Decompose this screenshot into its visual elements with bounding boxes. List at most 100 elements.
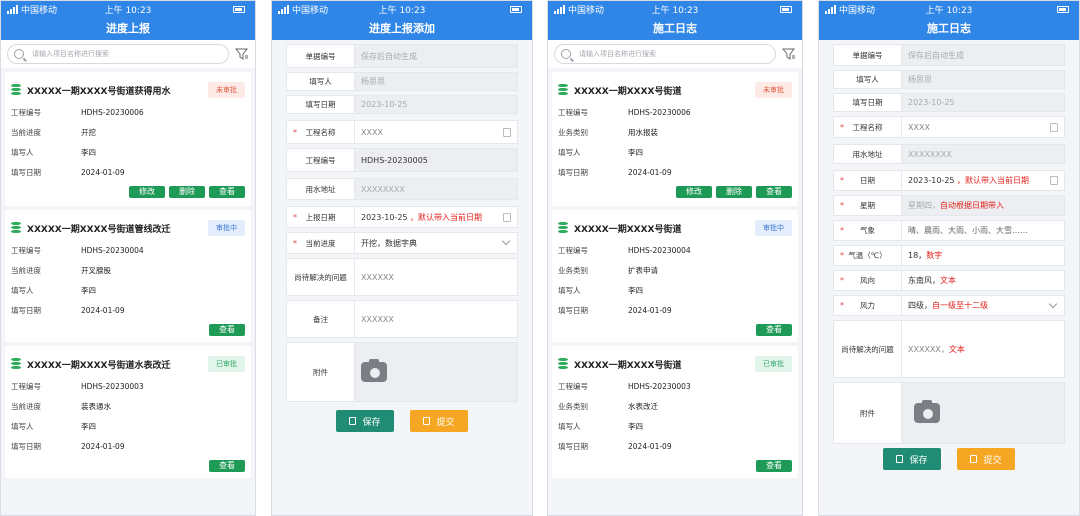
wind-force-select[interactable]: 四级， 自一级至十二级	[902, 296, 1064, 315]
issues-hint: 文本	[948, 344, 965, 354]
progress-select[interactable]: 开挖，数据字典	[355, 233, 517, 253]
field-label: 附件	[834, 383, 902, 443]
label-text: 当前进度	[305, 238, 336, 248]
view-button[interactable]: 查看	[756, 324, 792, 336]
field-report-date[interactable]: * 上报日期 2023-10-25 ，默认带入当前日期	[286, 206, 518, 228]
view-button[interactable]: 查看	[209, 460, 245, 472]
submit-button[interactable]: 提交	[410, 410, 468, 432]
field-remark[interactable]: 备注 XXXXXX	[286, 300, 518, 338]
status-badge: 已审批	[208, 356, 245, 372]
info-row: 工程编号 HDHS-20230004	[558, 240, 792, 260]
filler-value: 杨思思	[355, 73, 517, 90]
list-card[interactable]: XXXXX一期XXXX号街道管线改迁 审批中 工程编号 HDHS-20230004 当前…	[5, 210, 251, 342]
weather-input[interactable]: 晴、晨雨、大雨、小雨、大雪……	[902, 221, 1064, 240]
report-date-input[interactable]: 2023-10-25 ，默认带入当前日期	[355, 207, 517, 227]
field-project-name[interactable]: * 工程名称 XXXX	[286, 120, 518, 144]
field-water-addr: 用水地址 XXXXXXXX	[833, 144, 1065, 164]
field-project-name[interactable]: * 工程名称 XXXX	[833, 116, 1065, 138]
delete-button[interactable]: 删除	[716, 186, 752, 198]
date-hint: ，默认带入当前日期	[957, 176, 1030, 185]
field-weather[interactable]: * 气象 晴、晨雨、大雨、小雨、大雪……	[833, 220, 1065, 241]
row-key: 填写人	[558, 285, 581, 295]
remark-input[interactable]: XXXXXX	[355, 301, 517, 337]
attachment-area[interactable]	[355, 343, 517, 401]
row-key: 工程编号	[558, 107, 588, 117]
project-name-input[interactable]: XXXX	[355, 121, 517, 143]
row-key: 填写人	[11, 147, 34, 157]
edit-icon[interactable]	[1050, 176, 1058, 185]
fill-date-value: 2023-10-25	[355, 96, 517, 113]
field-issues[interactable]: 尚待解决的问题 XXXXXX	[286, 258, 518, 296]
row-key: 业务类别	[558, 401, 588, 411]
edit-icon[interactable]	[503, 127, 511, 137]
status-badge: 审批中	[208, 220, 245, 236]
battery-icon	[233, 6, 245, 13]
edit-icon[interactable]	[1050, 122, 1058, 132]
field-wind-force[interactable]: * 风力 四级， 自一级至十二级	[833, 295, 1065, 316]
fill-date-value: 2023-10-25	[902, 94, 1064, 111]
submit-button[interactable]: 提交	[957, 448, 1015, 470]
row-value: HDHS-20230003	[628, 381, 691, 391]
camera-icon[interactable]	[361, 359, 387, 382]
field-wind-dir[interactable]: * 风向 东南风， 文本	[833, 270, 1065, 291]
edit-button[interactable]: 修改	[676, 186, 712, 198]
status-badge: 未审批	[208, 82, 245, 98]
field-progress[interactable]: * 当前进度 开挖，数据字典	[286, 232, 518, 254]
view-button[interactable]: 查看	[209, 324, 245, 336]
field-issues[interactable]: 尚待解决的问题 XXXXXX， 文本	[833, 320, 1065, 378]
delete-button[interactable]: 删除	[169, 186, 205, 198]
row-value: HDHS-20230004	[628, 245, 691, 255]
status-badge: 未审批	[755, 82, 792, 98]
field-date[interactable]: * 日期 2023-10-25 ，默认带入当前日期	[833, 170, 1065, 191]
submit-icon	[423, 417, 431, 425]
row-value: HDHS-20230006	[628, 107, 691, 117]
label-text: 风向	[860, 276, 875, 285]
row-value: 李四	[628, 421, 643, 431]
page-title: 施工日志	[548, 18, 802, 40]
attachment-area[interactable]	[902, 383, 1064, 443]
wind-dir-input[interactable]: 东南风， 文本	[902, 271, 1064, 290]
project-name-input[interactable]: XXXX	[902, 117, 1064, 137]
project-name-value: XXXX	[361, 127, 383, 137]
issues-input[interactable]: XXXXXX	[355, 259, 517, 295]
label-text: 气象	[860, 226, 875, 235]
card-header: XXXXX一期XXXX号街道 未审批	[558, 78, 792, 102]
database-icon	[11, 222, 21, 234]
edit-icon[interactable]	[503, 212, 511, 222]
camera-icon[interactable]	[914, 400, 940, 423]
row-key: 填写日期	[11, 441, 41, 451]
list-card[interactable]: XXXXX一期XXXX号街道 审批中 工程编号 HDHS-20230004 业务类别 扩表…	[552, 210, 798, 342]
field-temperature[interactable]: * 气温（℃） 18， 数字	[833, 245, 1065, 266]
filter-icon[interactable]	[235, 47, 249, 61]
temperature-value: 18，	[908, 251, 927, 260]
temperature-input[interactable]: 18， 数字	[902, 246, 1064, 265]
save-button[interactable]: 保存	[336, 410, 394, 432]
field-label: 用水地址	[834, 145, 902, 163]
status-badge: 审批中	[755, 220, 792, 236]
save-button[interactable]: 保存	[883, 448, 941, 470]
list-card[interactable]: XXXXX一期XXXX号街道获得用水 未审批 工程编号 HDHS-20230006 当前…	[5, 72, 251, 206]
list-card[interactable]: XXXXX一期XXXX号街道 未审批 工程编号 HDHS-20230006 业务类别 用水…	[552, 72, 798, 206]
water-addr-value: XXXXXXXX	[355, 179, 517, 199]
required-mark: *	[840, 122, 844, 132]
issues-input[interactable]: XXXXXX， 文本	[902, 321, 1064, 377]
doc-no-value: 保存后自动生成	[355, 45, 517, 67]
filter-icon[interactable]	[782, 47, 796, 61]
view-button[interactable]: 查看	[756, 460, 792, 472]
search-input[interactable]: 请输入项目名称进行搜索	[554, 44, 776, 64]
action-bar: 保存 提交	[819, 448, 1079, 470]
list-card[interactable]: XXXXX一期XXXX号街道水表改迁 已审批 工程编号 HDHS-20230003 当前…	[5, 346, 251, 478]
edit-button[interactable]: 修改	[129, 186, 165, 198]
view-button[interactable]: 查看	[209, 186, 245, 198]
row-value: 李四	[81, 285, 96, 295]
list-card[interactable]: XXXXX一期XXXX号街道 已审批 工程编号 HDHS-20230003 业务类别 水表…	[552, 346, 798, 478]
date-input[interactable]: 2023-10-25 ，默认带入当前日期	[902, 171, 1064, 190]
info-row: 填写日期 2024-01-09	[558, 162, 792, 182]
view-button[interactable]: 查看	[756, 186, 792, 198]
row-key: 当前进度	[11, 265, 41, 275]
card-header: XXXXX一期XXXX号街道 审批中	[558, 216, 792, 240]
card-actions: 查看	[558, 456, 792, 472]
search-input[interactable]: 请输入项目名称进行搜索	[7, 44, 229, 64]
field-label: * 日期	[834, 171, 902, 190]
info-row: 工程编号 HDHS-20230004	[11, 240, 245, 260]
